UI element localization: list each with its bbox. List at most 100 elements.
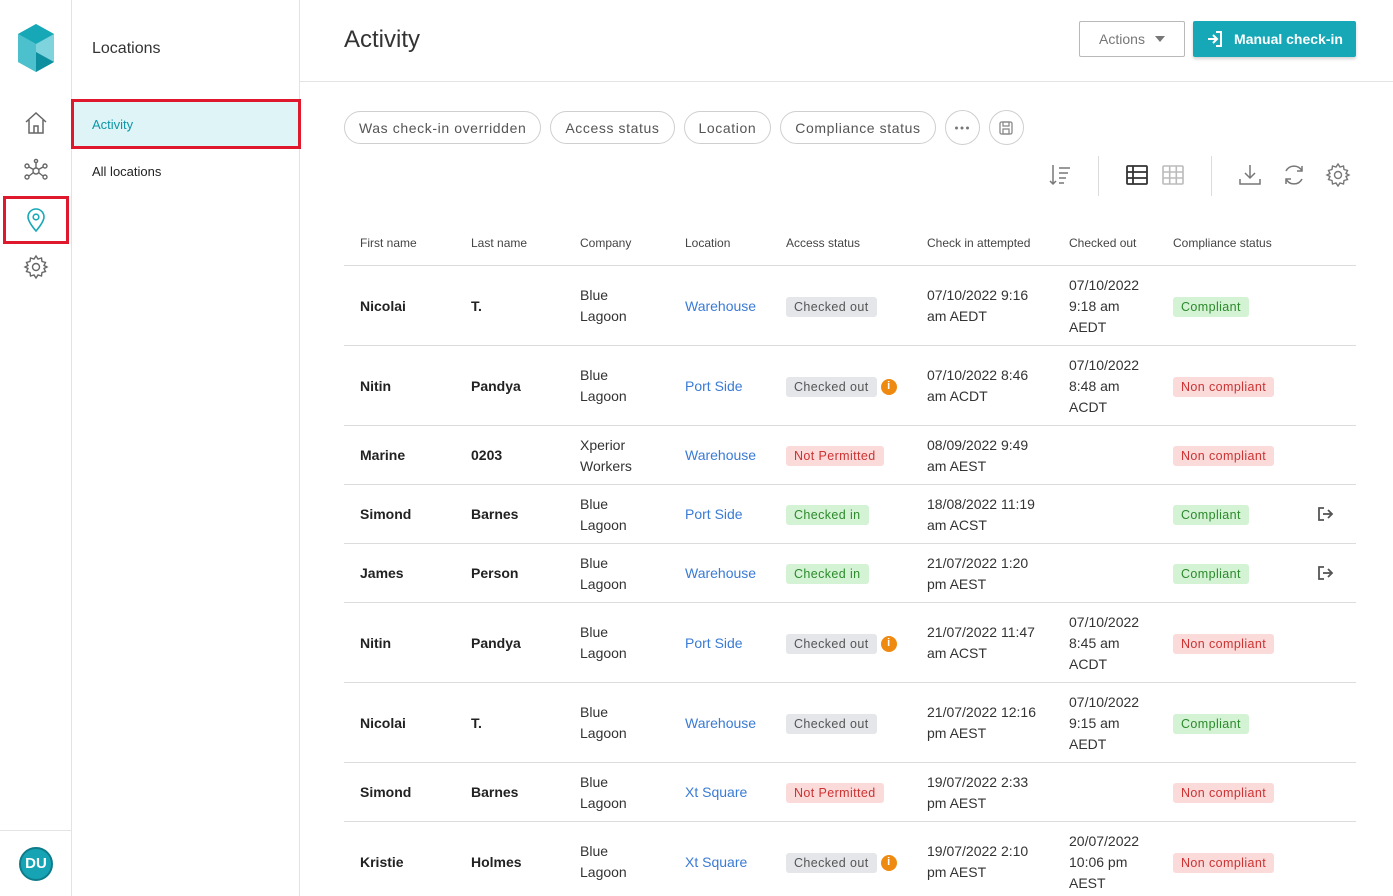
grid-view-button[interactable] xyxy=(1158,160,1188,190)
cell-last-name: 0203 xyxy=(471,447,503,463)
save-filters-button[interactable] xyxy=(988,110,1024,145)
cell-location-link[interactable]: Xt Square xyxy=(685,782,747,803)
access-status-badge: Checked out xyxy=(786,713,877,734)
table-row: James Person Blue Lagoon Warehouse Checked i… xyxy=(344,544,1356,603)
cell-compliance-status: Compliant xyxy=(1173,296,1249,317)
cell-location-link[interactable]: Warehouse xyxy=(685,563,756,584)
home-nav-button[interactable] xyxy=(12,103,60,143)
filter-location[interactable]: Location xyxy=(683,111,772,144)
sign-in-icon xyxy=(1208,31,1223,47)
subnav-item-activity[interactable]: Activity xyxy=(71,99,301,149)
cell-first-name: Nicolai xyxy=(360,297,406,314)
cell-access-status: Checked out i xyxy=(786,852,897,873)
access-status-badge: Checked out xyxy=(786,296,877,317)
column-header-compliance-status[interactable]: Compliance status xyxy=(1173,236,1272,250)
filter-was-check-in-overridden[interactable]: Was check-in overridden xyxy=(344,111,542,144)
cell-location-link[interactable]: Port Side xyxy=(685,633,743,654)
manual-check-in-button[interactable]: Manual check-in xyxy=(1193,21,1356,57)
network-icon xyxy=(24,158,48,180)
compliance-status-badge: Non compliant xyxy=(1173,783,1275,803)
check-out-button[interactable] xyxy=(1316,505,1336,525)
column-header-company[interactable]: Company xyxy=(580,236,631,250)
icon-rail: DU xyxy=(0,0,72,896)
cell-company: Blue Lagoon xyxy=(580,287,627,324)
compliance-status-badge: Non compliant xyxy=(1173,376,1275,397)
cell-first-name: Nitin xyxy=(360,634,392,651)
locations-nav-button[interactable] xyxy=(3,196,69,244)
cell-first-name: Simond xyxy=(360,506,412,522)
cell-company: Blue Lagoon xyxy=(580,554,627,592)
column-header-access-status[interactable]: Access status xyxy=(786,236,860,250)
subnav-item-label: All locations xyxy=(92,163,162,179)
access-status-badge: Not Permitted xyxy=(786,783,884,803)
activity-table: First name Last name Company Location Ac… xyxy=(344,222,1356,896)
filter-compliance-status[interactable]: Compliance status xyxy=(780,111,936,144)
refresh-button[interactable] xyxy=(1279,160,1309,190)
cell-first-name: Nicolai xyxy=(360,714,406,731)
access-status-badge: Not Permitted xyxy=(786,446,884,466)
cell-check-in-attempted: 18/08/2022 11:19 am ACST xyxy=(927,495,1035,533)
cell-company: Blue Lagoon xyxy=(580,704,627,741)
more-filters-button[interactable] xyxy=(944,110,980,145)
column-header-last-name[interactable]: Last name xyxy=(471,236,527,250)
download-button[interactable] xyxy=(1235,160,1265,190)
settings-nav-button[interactable] xyxy=(12,247,60,287)
info-icon[interactable]: i xyxy=(880,635,897,652)
cell-last-name: Pandya xyxy=(471,377,521,394)
info-icon[interactable]: i xyxy=(880,854,897,871)
avatar[interactable]: DU xyxy=(19,846,53,881)
cell-first-name: James xyxy=(360,565,404,581)
cell-location-link[interactable]: Warehouse xyxy=(685,296,756,317)
sort-button[interactable] xyxy=(1045,160,1075,190)
column-header-first-name[interactable]: First name xyxy=(360,236,417,250)
cell-last-name: T. xyxy=(471,714,482,731)
cell-compliance-status: Compliant xyxy=(1173,563,1249,584)
column-header-check-in-attempted[interactable]: Check in attempted xyxy=(927,236,1030,250)
cell-check-in-attempted: 21/07/2022 11:47 am ACST xyxy=(927,624,1035,661)
locations-subnav: Locations Activity All locations xyxy=(71,0,301,896)
subnav-item-label: Activity xyxy=(92,116,134,132)
cell-company: Blue Lagoon xyxy=(580,624,627,661)
cell-company: Blue Lagoon xyxy=(580,843,627,880)
compliance-status-badge: Compliant xyxy=(1173,296,1249,317)
subnav-item-all-locations[interactable]: All locations xyxy=(74,149,298,193)
cell-checked-out: 07/10/2022 8:48 am ACDT xyxy=(1069,356,1140,415)
cell-check-in-attempted: 19/07/2022 2:10 pm AEST xyxy=(927,843,1029,880)
access-status-badge: Checked out xyxy=(786,376,877,397)
column-header-location[interactable]: Location xyxy=(685,236,730,250)
cell-location-link[interactable]: Port Side xyxy=(685,376,743,397)
filter-access-status[interactable]: Access status xyxy=(550,111,675,144)
network-nav-button[interactable] xyxy=(12,151,60,191)
cell-checked-out: 07/10/2022 9:15 am AEDT xyxy=(1069,693,1140,752)
cell-location-link[interactable]: Warehouse xyxy=(685,713,756,734)
cell-first-name: Kristie xyxy=(360,853,404,870)
column-header-checked-out[interactable]: Checked out xyxy=(1069,236,1136,250)
compliance-status-badge: Non compliant xyxy=(1173,633,1275,654)
cell-location-link[interactable]: Port Side xyxy=(685,504,743,525)
chevron-down-icon xyxy=(1154,36,1165,42)
table-row: Nicolai T. Blue Lagoon Warehouse Checked out… xyxy=(344,683,1356,763)
cell-check-in-attempted: 21/07/2022 12:16 pm AEST xyxy=(927,704,1036,741)
check-out-button[interactable] xyxy=(1316,564,1336,584)
cell-company: Blue Lagoon xyxy=(580,367,627,404)
cell-access-status: Not Permitted xyxy=(786,782,884,803)
compliance-status-badge: Non compliant xyxy=(1173,446,1275,466)
cell-access-status: Checked in xyxy=(786,563,869,584)
cell-check-in-attempted: 07/10/2022 8:46 am ACDT xyxy=(927,367,1029,404)
cell-compliance-status: Non compliant xyxy=(1173,445,1275,466)
table-settings-button[interactable] xyxy=(1323,160,1353,190)
cell-last-name: Barnes xyxy=(471,506,519,522)
cell-last-name: T. xyxy=(471,297,482,314)
table-row: Nicolai T. Blue Lagoon Warehouse Checked out… xyxy=(344,266,1356,346)
info-icon[interactable]: i xyxy=(880,378,897,395)
save-icon xyxy=(999,120,1013,135)
cell-location-link[interactable]: Xt Square xyxy=(685,852,747,873)
subnav-title: Locations xyxy=(92,40,161,57)
actions-dropdown-button[interactable]: Actions xyxy=(1079,21,1185,57)
table-row: Marine 0203 Xperior Workers Warehouse Not Pe… xyxy=(344,426,1356,485)
list-view-button[interactable] xyxy=(1122,160,1152,190)
cell-checked-out: 07/10/2022 9:18 am AEDT xyxy=(1069,276,1140,335)
table-row: Simond Barnes Blue Lagoon Port Side Checked … xyxy=(344,485,1356,544)
cell-location-link[interactable]: Warehouse xyxy=(685,445,756,466)
compliance-status-badge: Compliant xyxy=(1173,564,1249,584)
